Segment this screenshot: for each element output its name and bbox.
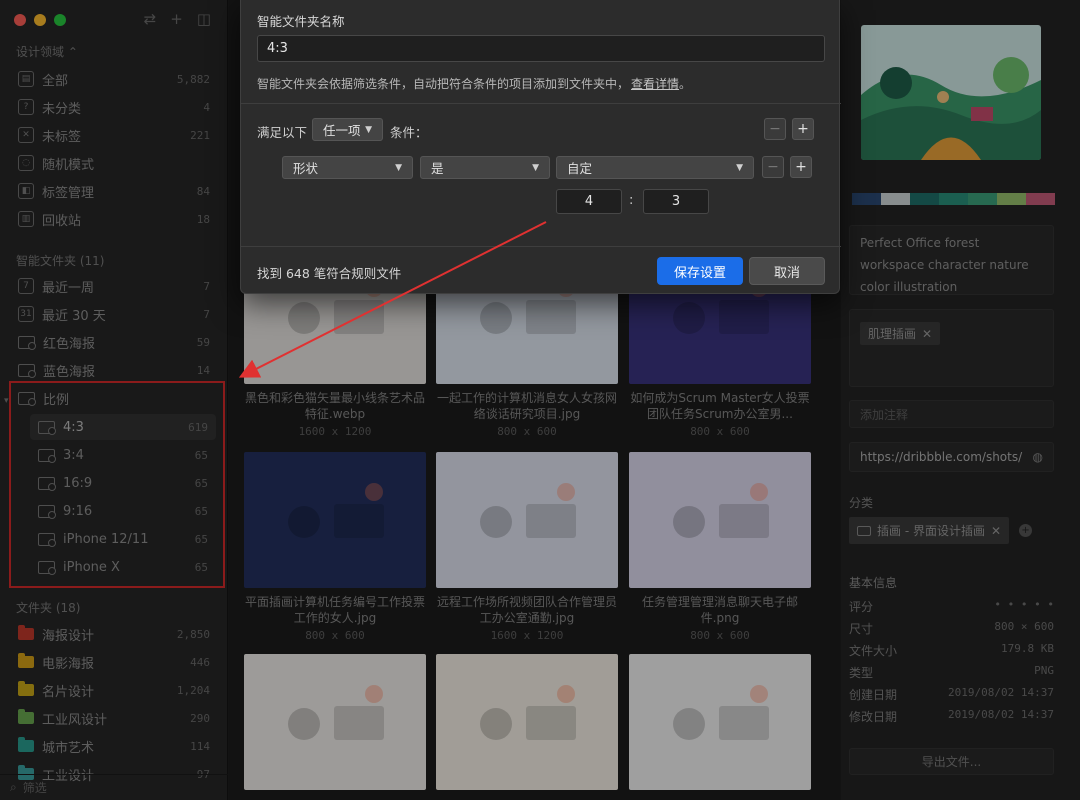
add-rule-button[interactable]: + <box>790 156 812 178</box>
match-prefix-label: 满足以下 <box>257 125 308 140</box>
folder-name-input[interactable]: 4:3 <box>257 35 825 62</box>
match-count-text: 找到 648 笔符合规则文件 <box>257 266 402 281</box>
caret-down-icon: ▼ <box>395 162 402 173</box>
ratio-width-input[interactable]: 4 <box>556 189 622 214</box>
divider <box>241 103 841 104</box>
ratio-height-input[interactable]: 3 <box>643 189 709 214</box>
caret-down-icon: ▼ <box>365 124 372 135</box>
rule-value-select[interactable]: 自定 ▼ <box>556 156 754 179</box>
smart-folder-dialog: 智能文件夹名称 4:3 智能文件夹会依据筛选条件，自动把符合条件的项目添加到文件… <box>240 0 841 294</box>
dialog-description: 智能文件夹会依据筛选条件，自动把符合条件的项目添加到文件夹中， 查看详情。 <box>257 77 692 91</box>
details-link[interactable]: 查看详情 <box>631 77 679 91</box>
folder-name-label: 智能文件夹名称 <box>257 14 345 29</box>
match-suffix-label: 条件： <box>390 125 428 140</box>
remove-rule-button[interactable]: − <box>762 156 784 178</box>
add-group-button[interactable]: + <box>792 118 814 140</box>
caret-down-icon: ▼ <box>532 162 539 173</box>
save-button[interactable]: 保存设置 <box>657 257 743 285</box>
cancel-button[interactable]: 取消 <box>749 257 825 285</box>
rule-field-select[interactable]: 形状 ▼ <box>282 156 413 179</box>
ratio-colon: : <box>629 193 634 208</box>
divider <box>241 246 841 247</box>
rule-operator-select[interactable]: 是 ▼ <box>420 156 550 179</box>
remove-group-button[interactable]: − <box>764 118 786 140</box>
match-mode-select[interactable]: 任一项 ▼ <box>312 118 383 141</box>
caret-down-icon: ▼ <box>736 162 743 173</box>
